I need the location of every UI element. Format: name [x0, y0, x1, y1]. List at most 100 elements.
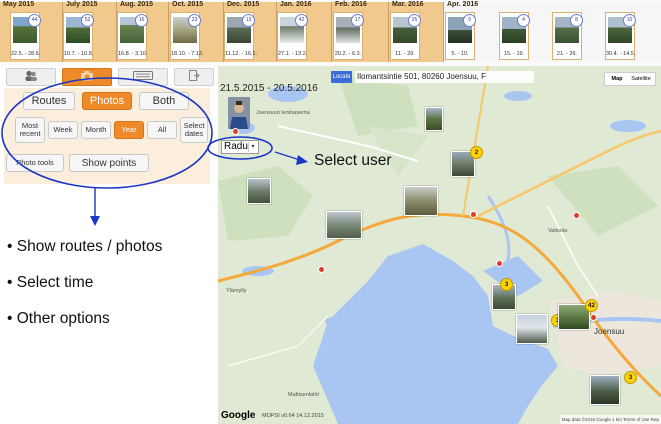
photo-count-badge: 25	[408, 14, 421, 27]
chevron-down-icon: ▾	[248, 142, 257, 152]
map-photo-marker[interactable]	[404, 186, 438, 216]
routes-button[interactable]: Routes	[23, 92, 75, 110]
bullet-item: Show routes / photos	[16, 238, 163, 255]
timeline-thumbnail[interactable]: 25 11. - 29.	[390, 12, 421, 60]
timeline-thumbnail[interactable]: 23 18.10. - 7.12.	[170, 12, 204, 60]
map-type-satellite[interactable]: Satellite	[629, 73, 653, 85]
month-label: Feb. 2016	[335, 1, 367, 8]
timeline-thumbnail[interactable]: 42 27.1. - 13.2.	[277, 12, 308, 60]
map-photo-marker[interactable]	[326, 211, 362, 239]
all-button[interactable]: All	[147, 121, 177, 139]
thumbnail-dates: 11. - 29.	[395, 51, 415, 57]
month-button[interactable]: Month	[81, 121, 111, 139]
tab-export[interactable]	[174, 68, 214, 86]
place-label: Vaitsola	[548, 228, 568, 234]
tab-keyboard[interactable]	[118, 68, 168, 86]
thumbnail-dates: 10.7. - 10.8.	[64, 51, 94, 57]
timeline-thumbnail[interactable]: 13 11.12. - 16.1.	[224, 12, 258, 60]
month-label: Jan. 2016	[280, 1, 312, 8]
place-label: Joensuu	[594, 327, 625, 336]
photo-count-badge: 16	[135, 14, 148, 27]
month-label: May 2015	[3, 1, 35, 8]
avatar	[228, 97, 250, 129]
timeline-thumbnail[interactable]: 10 30.4. - 14.5.	[605, 12, 636, 60]
photo-count-badge: 23	[188, 14, 201, 27]
month-label: Aug. 2015	[120, 1, 154, 8]
route-point-pin[interactable]	[470, 211, 477, 218]
show-points-button[interactable]: Show points	[69, 154, 149, 172]
tab-users[interactable]	[6, 68, 56, 86]
photo-tools-button[interactable]: Photo tools	[6, 154, 64, 172]
bullet-dot: •	[7, 274, 17, 291]
photos-button[interactable]: Photos	[82, 92, 132, 110]
bullet-dot: •	[7, 310, 17, 327]
select-user-callout: Select user	[314, 152, 392, 169]
user-select[interactable]: Radu ▾	[221, 140, 259, 154]
month-label: Oct. 2015	[172, 1, 204, 8]
place-label: Joensuun lentoasema	[256, 110, 310, 116]
thumbnail-dates: 11.12. - 16.1.	[225, 51, 258, 57]
map-photo-marker[interactable]	[425, 107, 443, 131]
photo-count-badge: 9	[463, 14, 476, 27]
route-point-pin[interactable]	[318, 266, 325, 273]
year-button[interactable]: Year	[114, 121, 144, 139]
version-label: MOPSI v0.64 14.12.2015	[262, 413, 324, 419]
photo-count-badge: 4	[517, 14, 530, 27]
bullet-dot: •	[7, 238, 17, 255]
cluster-count-badge[interactable]: 3	[500, 278, 513, 291]
photo-count-badge: 44	[28, 14, 41, 27]
photo-timeline: May 2015 July 2015 Aug. 2015 Oct. 2015 D…	[0, 0, 661, 66]
month-label: July 2015	[66, 1, 98, 8]
map-type-map[interactable]: Map	[605, 73, 629, 85]
thumbnail-dates: 22.5. - 28.6.	[11, 51, 41, 57]
map-photo-marker[interactable]	[590, 375, 620, 405]
thumbnail-dates: 20.2. - 6.3.	[334, 51, 362, 57]
select-dates-button[interactable]: Select dates	[180, 117, 208, 143]
map-photo-marker[interactable]	[247, 178, 271, 204]
route-point-pin[interactable]	[496, 260, 503, 267]
timeline-thumbnail[interactable]: 17 20.2. - 6.3.	[333, 12, 364, 60]
photo-count-badge: 13	[242, 14, 255, 27]
most-recent-button[interactable]: Most recent	[15, 117, 45, 143]
thumbnail-dates: 30.4. - 14.5.	[606, 51, 636, 57]
thumbnail-dates: 5. - 10.	[451, 51, 469, 57]
timeline-thumbnail[interactable]: 52 10.7. - 10.8.	[63, 12, 94, 60]
map-attribution[interactable]: Map data ©2016 Google 1 km Terms of Use …	[559, 415, 661, 424]
route-point-pin[interactable]	[590, 314, 597, 321]
route-point-pin[interactable]	[232, 128, 239, 135]
photo-count-badge: 8	[570, 14, 583, 27]
place-label: Ylämylly	[226, 288, 247, 294]
people-icon	[24, 70, 38, 85]
export-icon	[188, 70, 200, 85]
cluster-count-badge[interactable]: 42	[585, 299, 598, 312]
photo-count-badge: 10	[623, 14, 636, 27]
cluster-count-badge[interactable]: 2	[470, 146, 483, 159]
cluster-count-badge[interactable]: 3	[624, 371, 637, 384]
map-photo-marker[interactable]	[516, 314, 548, 344]
google-logo-text: Google	[221, 410, 256, 421]
thumbnail-dates: 15. - 19.	[503, 51, 525, 57]
timeline-thumbnail[interactable]: 16 16.8. - 3.10.	[117, 12, 148, 60]
locate-button[interactable]: Locate	[331, 71, 352, 83]
date-range-label: 21.5.2015 - 20.5.2016	[220, 83, 318, 94]
week-button[interactable]: Week	[48, 121, 78, 139]
tab-photos[interactable]	[62, 68, 112, 86]
both-button[interactable]: Both	[139, 92, 189, 110]
thumbnail-dates: 16.8. - 3.10.	[118, 51, 148, 57]
timeline-thumbnail[interactable]: 4 15. - 19.	[499, 12, 530, 60]
map-type-control: Map Satellite	[604, 72, 656, 86]
address-field[interactable]: Ilomantsintie 501, 80260 Joensuu, F	[355, 71, 534, 83]
timeline-thumbnail[interactable]: 8 21. - 26.	[552, 12, 583, 60]
map-view[interactable]: Locate Ilomantsintie 501, 80260 Joensuu,…	[218, 66, 661, 424]
keyboard-icon	[133, 71, 153, 84]
bullet-item: Select time	[16, 274, 94, 291]
month-label: Dec. 2015	[227, 1, 260, 8]
thumbnail-dates: 18.10. - 7.12.	[171, 51, 204, 57]
route-point-pin[interactable]	[573, 212, 580, 219]
timeline-thumbnail[interactable]: 9 5. - 10.	[445, 12, 476, 60]
timeline-thumbnail[interactable]: 44 22.5. - 28.6.	[10, 12, 41, 60]
place-label: Mattisenlahti	[288, 392, 319, 398]
photo-count-badge: 42	[295, 14, 308, 27]
google-logo: Google	[221, 410, 255, 421]
month-label: Apr. 2016	[447, 1, 479, 8]
